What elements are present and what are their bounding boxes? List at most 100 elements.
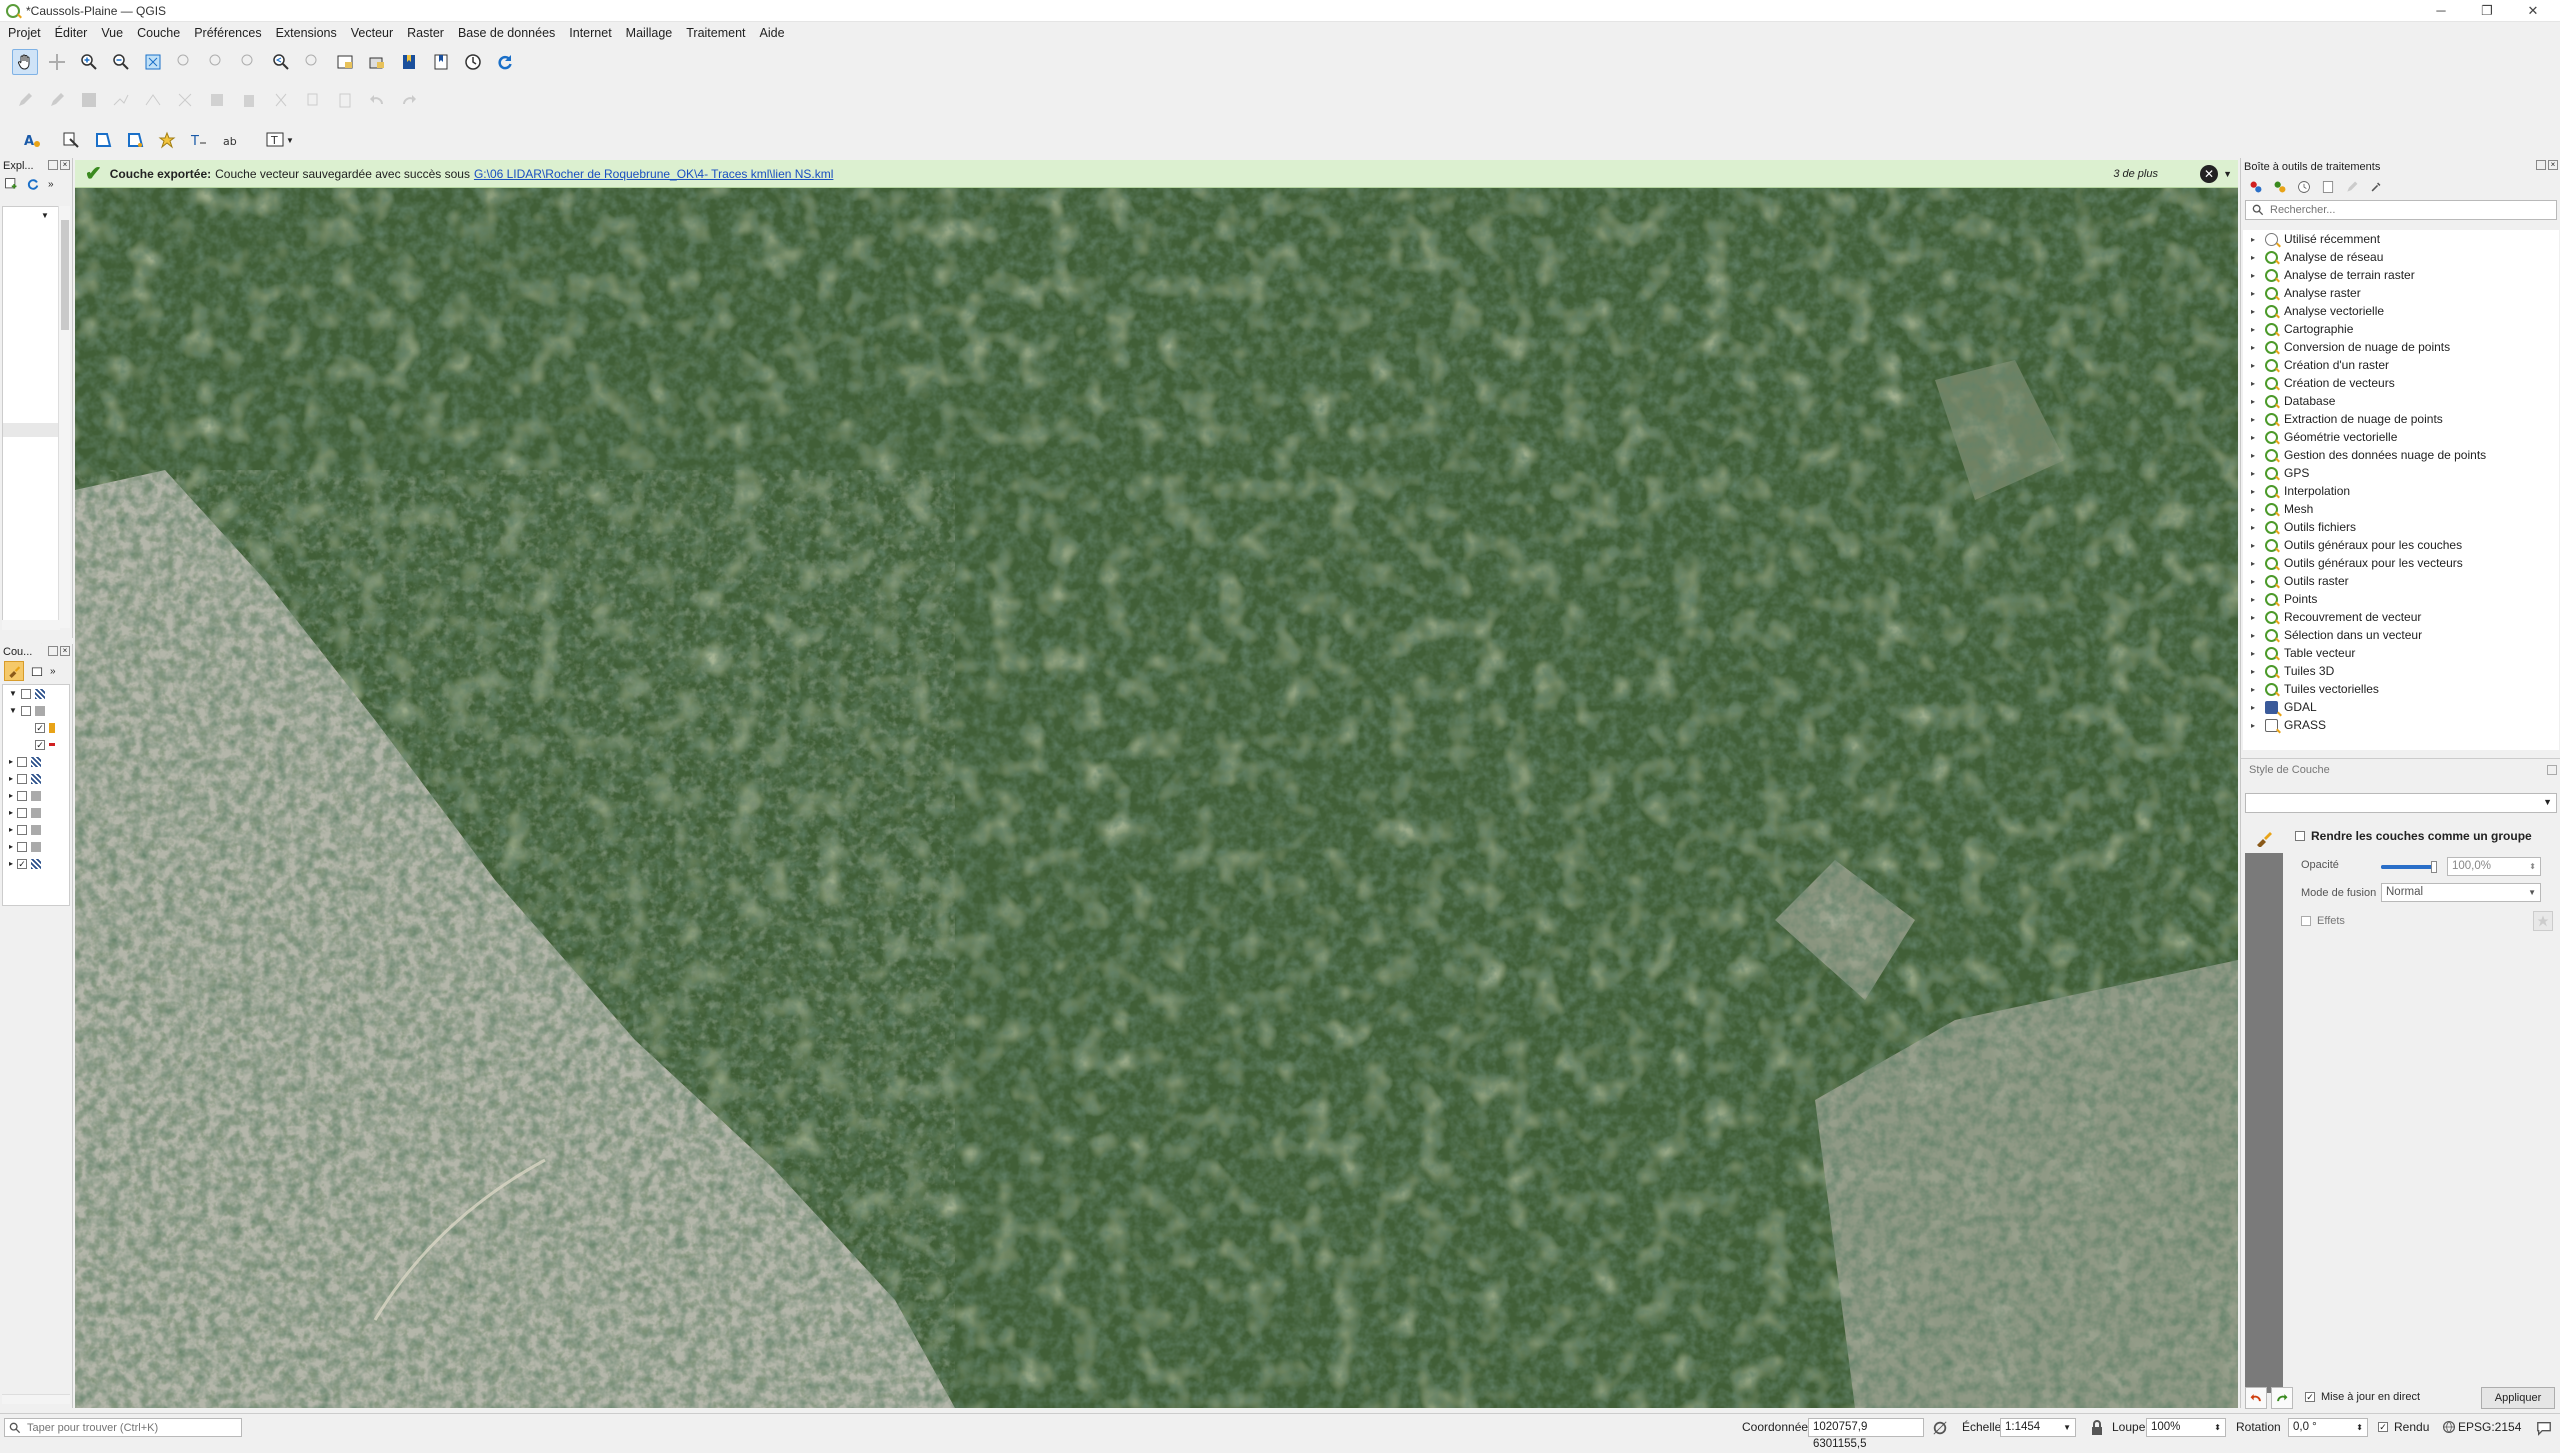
algorithm-group[interactable]: ▸ Géométrie vectorielle bbox=[2243, 428, 2559, 446]
expand-arrow-icon[interactable]: ▸ bbox=[2251, 451, 2259, 460]
effects-settings-button[interactable] bbox=[2533, 911, 2553, 931]
pin-labels-button[interactable] bbox=[58, 127, 84, 153]
menu-preferences[interactable]: Préférences bbox=[194, 26, 261, 40]
zoom-native-button[interactable] bbox=[236, 49, 262, 75]
message-file-link[interactable]: G:\06 LIDAR\Rocher de Roquebrune_OK\4- T… bbox=[474, 167, 833, 181]
expand-arrow-icon[interactable]: ▸ bbox=[2251, 487, 2259, 496]
algorithm-group[interactable]: ▸ Outils généraux pour les couches bbox=[2243, 536, 2559, 554]
options-wrench-icon[interactable] bbox=[2369, 180, 2383, 194]
layer-row[interactable]: ▸ bbox=[3, 753, 69, 770]
save-edits-button[interactable] bbox=[76, 87, 102, 113]
modify-attributes-button[interactable] bbox=[204, 87, 230, 113]
render-group-checkbox[interactable] bbox=[2295, 831, 2305, 841]
algorithm-group[interactable]: ▸ Analyse de réseau bbox=[2243, 248, 2559, 266]
algorithm-group[interactable]: ▸ Création de vecteurs bbox=[2243, 374, 2559, 392]
add-selected-icon[interactable] bbox=[4, 177, 18, 191]
edit-features-icon[interactable] bbox=[2345, 180, 2359, 194]
menu-raster[interactable]: Raster bbox=[407, 26, 444, 40]
expand-arrow-icon[interactable]: ▸ bbox=[2251, 505, 2259, 514]
redo-style-button[interactable] bbox=[2271, 1387, 2293, 1409]
menu-vue[interactable]: Vue bbox=[101, 26, 123, 40]
algorithm-group[interactable]: ▸ Table vecteur bbox=[2243, 644, 2559, 662]
expand-arrow-icon[interactable]: ▸ bbox=[2251, 667, 2259, 676]
expand-arrow-icon[interactable]: ▸ bbox=[2251, 325, 2259, 334]
maximize-button[interactable]: ❐ bbox=[2464, 0, 2510, 22]
rotation-spinbox[interactable]: 0,0 ° ⬍ bbox=[2288, 1418, 2368, 1437]
expand-arrow-icon[interactable]: ▸ bbox=[2251, 595, 2259, 604]
algorithm-group[interactable]: ▸ Cartographie bbox=[2243, 320, 2559, 338]
layers-hscrollbar[interactable] bbox=[2, 1394, 70, 1404]
more-tools-icon[interactable]: » bbox=[50, 666, 56, 677]
messages-log-icon[interactable] bbox=[2536, 1420, 2552, 1436]
browser-tree[interactable]: ▼ ▸ bbox=[2, 206, 61, 650]
effects-checkbox[interactable] bbox=[2301, 916, 2311, 926]
copy-features-button[interactable] bbox=[300, 87, 326, 113]
menu-base-de-donnees[interactable]: Base de données bbox=[458, 26, 555, 40]
expand-arrow-icon[interactable]: ▸ bbox=[2251, 703, 2259, 712]
add-group-icon[interactable] bbox=[30, 664, 44, 678]
expand-arrow-icon[interactable]: ▸ bbox=[2251, 361, 2259, 370]
expand-arrow-icon[interactable]: ▸ bbox=[2251, 307, 2259, 316]
layer-row[interactable] bbox=[3, 719, 69, 736]
expand-arrow-icon[interactable]: ▸ bbox=[2251, 271, 2259, 280]
expand-arrow-icon[interactable]: ▸ bbox=[2251, 613, 2259, 622]
scripts-icon[interactable] bbox=[2273, 180, 2287, 194]
coordinate-field[interactable]: 1020757,9 6301155,5 bbox=[1808, 1418, 1924, 1450]
algorithm-group[interactable]: ▸ Sélection dans un vecteur bbox=[2243, 626, 2559, 644]
algorithm-group[interactable]: ▸ Utilisé récemment bbox=[2243, 230, 2559, 248]
algorithm-group[interactable]: ▸ GDAL bbox=[2243, 698, 2559, 716]
processing-search[interactable] bbox=[2245, 200, 2557, 220]
float-panel-icon[interactable] bbox=[48, 160, 58, 170]
algorithm-group[interactable]: ▸ Analyse vectorielle bbox=[2243, 302, 2559, 320]
zoom-to-selection-button[interactable] bbox=[172, 49, 198, 75]
layer-row[interactable]: ▸ bbox=[3, 821, 69, 838]
zoom-full-button[interactable] bbox=[140, 49, 166, 75]
algorithm-tree[interactable]: ▸ Utilisé récemment ▸ Analyse de réseau ▸ Ana… bbox=[2243, 230, 2559, 750]
digitize-options-button[interactable] bbox=[172, 87, 198, 113]
style-tab-symbology[interactable] bbox=[2245, 823, 2283, 853]
slider-handle[interactable] bbox=[2431, 861, 2437, 873]
expand-arrow-icon[interactable]: ▸ bbox=[2251, 523, 2259, 532]
algorithm-group[interactable]: ▸ Points bbox=[2243, 590, 2559, 608]
expand-arrow-icon[interactable]: ▸ bbox=[2251, 631, 2259, 640]
expand-arrow-icon[interactable]: ▸ bbox=[2251, 397, 2259, 406]
scale-combo[interactable]: 1:1454 ▼ bbox=[2000, 1418, 2076, 1437]
menu-vecteur[interactable]: Vecteur bbox=[351, 26, 393, 40]
menu-traitement[interactable]: Traitement bbox=[686, 26, 745, 40]
vertex-tool-button[interactable] bbox=[140, 87, 166, 113]
layer-labeling-button[interactable]: A bbox=[12, 127, 52, 153]
tree-expand-icon[interactable]: ▼ bbox=[41, 211, 49, 220]
menu-maillage[interactable]: Maillage bbox=[626, 26, 673, 40]
undo-style-button[interactable] bbox=[2245, 1387, 2267, 1409]
show-hide-labels-button[interactable] bbox=[154, 127, 180, 153]
apply-button[interactable]: Appliquer bbox=[2481, 1387, 2555, 1409]
render-checkbox[interactable] bbox=[2378, 1422, 2388, 1432]
algorithm-group[interactable]: ▸ Création d'un raster bbox=[2243, 356, 2559, 374]
zoom-to-layer-button[interactable] bbox=[204, 49, 230, 75]
models-icon[interactable] bbox=[2249, 180, 2263, 194]
new-map-view-button[interactable] bbox=[332, 49, 358, 75]
expand-arrow-icon[interactable]: ▸ bbox=[2251, 289, 2259, 298]
algorithm-group[interactable]: ▸ GRASS bbox=[2243, 716, 2559, 734]
float-panel-icon[interactable] bbox=[48, 646, 58, 656]
message-dropdown-icon[interactable]: ▼ bbox=[2223, 169, 2232, 179]
live-update-checkbox[interactable] bbox=[2305, 1392, 2315, 1402]
menu-projet[interactable]: Projet bbox=[8, 26, 41, 40]
crs-label[interactable]: EPSG:2154 bbox=[2458, 1420, 2521, 1434]
layer-row[interactable]: ▸ bbox=[3, 838, 69, 855]
layer-row[interactable]: ▸ bbox=[3, 770, 69, 787]
layer-row[interactable]: ▸ bbox=[3, 787, 69, 804]
algorithm-group[interactable]: ▸ Conversion de nuage de points bbox=[2243, 338, 2559, 356]
expand-arrow-icon[interactable]: ▸ bbox=[2251, 469, 2259, 478]
algorithm-group[interactable]: ▸ Analyse raster bbox=[2243, 284, 2559, 302]
expand-arrow-icon[interactable]: ▸ bbox=[2251, 685, 2259, 694]
layer-row[interactable] bbox=[3, 736, 69, 753]
algorithm-group[interactable]: ▸ Tuiles vectorielles bbox=[2243, 680, 2559, 698]
layer-select-combo[interactable]: ▼ bbox=[2245, 793, 2557, 813]
algorithm-group[interactable]: ▸ Tuiles 3D bbox=[2243, 662, 2559, 680]
menu-couche[interactable]: Couche bbox=[137, 26, 180, 40]
temporal-controller-button[interactable] bbox=[460, 49, 486, 75]
browser-hscrollbar[interactable] bbox=[2, 620, 60, 630]
layer-row[interactable]: ▼ bbox=[3, 702, 69, 719]
expand-arrow-icon[interactable]: ▸ bbox=[2251, 235, 2259, 244]
